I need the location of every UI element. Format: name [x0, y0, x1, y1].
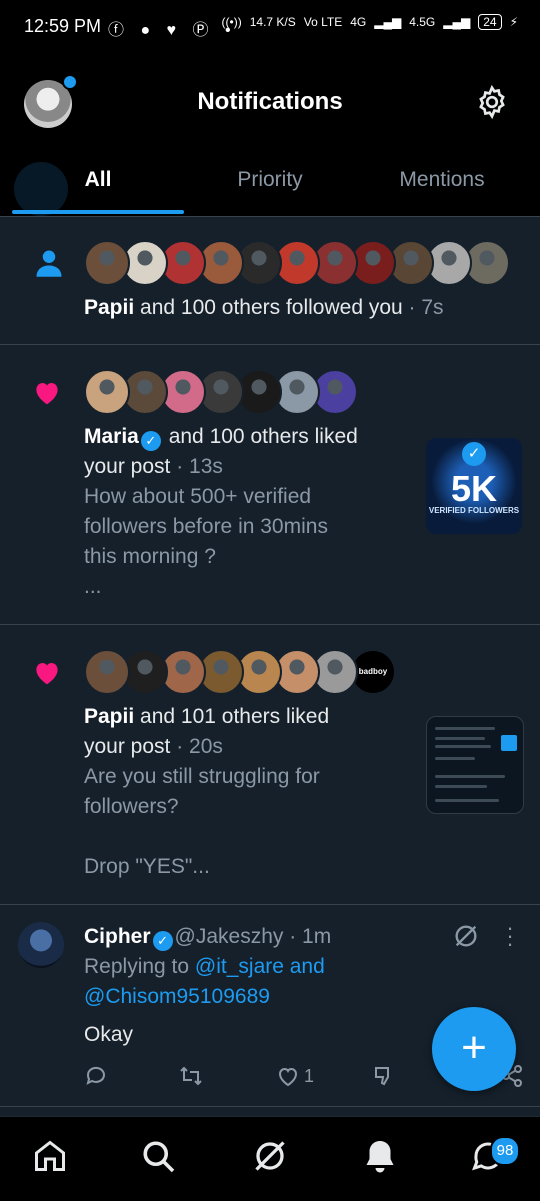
verified-badge-icon: ✓ — [152, 931, 173, 951]
like-count: 1 — [304, 1066, 315, 1086]
tab-priority[interactable]: Priority — [180, 168, 360, 192]
actor-name: Papii — [84, 296, 135, 319]
divider — [0, 624, 540, 625]
liker-avatars[interactable]: badboy — [84, 649, 396, 695]
battery-level: 24 — [478, 14, 502, 30]
thumbnail-big-text: 5K — [450, 468, 498, 509]
signal-icon: ▂▄▆ — [374, 15, 402, 29]
tab-mentions[interactable]: Mentions — [352, 168, 532, 192]
tab-active-indicator — [12, 210, 184, 214]
action-text: and 100 others followed you — [134, 296, 403, 319]
tab-all[interactable]: All — [8, 168, 188, 192]
more-options-icon[interactable]: · · · — [504, 917, 516, 955]
network-speed: 14.7 K/S — [249, 15, 296, 29]
timestamp: · 1m — [283, 925, 332, 948]
hotspot-icon: ((•)) — [221, 15, 242, 29]
grok-icon[interactable] — [452, 922, 480, 950]
network-1: 4G — [350, 15, 367, 29]
notifications-icon[interactable] — [362, 1138, 398, 1174]
preview-line: this morning ? — [84, 545, 216, 568]
replying-to: Replying to @it_sjare and @Chisom9510968… — [84, 952, 444, 1012]
notification-text[interactable]: Papii and 100 others followed you · 7s — [84, 293, 524, 323]
liker-avatars[interactable] — [84, 369, 358, 415]
preview-line: Drop "YES"... — [84, 855, 210, 878]
volte-label: Vo LTE — [303, 15, 343, 29]
reply-icon[interactable] — [84, 1064, 108, 1088]
signal-icon: ▂▄▆ — [443, 15, 471, 29]
preview-line — [84, 822, 414, 852]
preview-line: followers? — [84, 795, 179, 818]
actor-name: Papii — [84, 705, 135, 728]
divider — [0, 344, 540, 345]
verified-badge-icon: ✓ — [462, 442, 486, 466]
dislike-icon[interactable] — [372, 1064, 396, 1088]
actor-name: Maria — [84, 425, 139, 448]
action-text: and 101 others liked — [134, 705, 330, 728]
divider — [0, 216, 540, 217]
action-text: your post — [84, 455, 171, 478]
page-title: Notifications — [197, 88, 343, 115]
user-avatar[interactable] — [84, 369, 130, 415]
divider — [0, 1106, 540, 1107]
timestamp: · 20s — [170, 735, 223, 758]
compose-button[interactable]: + — [432, 1007, 516, 1091]
preview-line: followers before in 30mins — [84, 515, 328, 538]
post-thumbnail[interactable] — [426, 716, 524, 814]
notification-text[interactable]: Maria ✓ and 100 others liked your post · … — [84, 422, 414, 482]
search-icon[interactable] — [140, 1138, 176, 1174]
tweet-header: Cipher ✓ @Jakeszhy · 1m — [84, 922, 444, 952]
heart-icon — [36, 383, 58, 405]
heart-icon — [36, 663, 58, 685]
user-avatar[interactable] — [84, 240, 130, 286]
author-name[interactable]: Cipher — [84, 925, 151, 948]
messages-badge: 98 — [490, 1136, 520, 1166]
person-icon — [36, 250, 62, 277]
post-preview[interactable]: How about 500+ verified followers before… — [84, 482, 414, 602]
action-text: and 100 others liked — [162, 425, 358, 448]
verified-badge-icon: ✓ — [140, 431, 161, 451]
post-preview[interactable]: Are you still struggling for followers? … — [84, 762, 414, 882]
action-text: your post — [84, 735, 171, 758]
retweet-icon[interactable] — [178, 1064, 204, 1088]
home-icon[interactable] — [32, 1138, 68, 1174]
replying-users-link[interactable]: @it_sjare and — [195, 955, 325, 978]
tweet-body: Okay — [84, 1023, 134, 1046]
preview-line: Are you still struggling for — [84, 765, 320, 788]
replying-users-link[interactable]: @Chisom95109689 — [84, 985, 270, 1008]
grok-icon[interactable] — [252, 1138, 288, 1174]
author-handle[interactable]: @Jakeszhy — [175, 925, 284, 948]
like-icon[interactable] — [276, 1065, 300, 1089]
author-avatar[interactable] — [18, 922, 64, 968]
thumbnail-caption: VERIFIED FOLLOWERS — [428, 506, 520, 515]
replying-prefix: Replying to — [84, 955, 195, 978]
status-right-icons: ((•)) 14.7 K/S Vo LTE 4G ▂▄▆ 4.5G ▂▄▆ 24… — [222, 14, 518, 30]
user-avatar[interactable] — [84, 649, 130, 695]
status-time: 12:59 PM — [24, 16, 102, 36]
post-thumbnail[interactable]: ✓ 5K VERIFIED FOLLOWERS — [426, 438, 522, 534]
charging-icon: ⚡ — [509, 15, 518, 29]
preview-line: ... — [84, 575, 102, 598]
notification-text[interactable]: Papii and 101 others liked your post · 2… — [84, 702, 414, 762]
timestamp: · 7s — [402, 296, 444, 319]
network-2: 4.5G — [409, 15, 436, 29]
status-notification-icons: ⓕ ● ♥ Ⓟ • — [108, 22, 237, 39]
preview-line: How about 500+ verified — [84, 485, 312, 508]
gear-icon[interactable] — [474, 84, 510, 120]
follower-avatars[interactable] — [84, 240, 510, 286]
timestamp: · 13s — [170, 455, 223, 478]
divider — [0, 904, 540, 905]
